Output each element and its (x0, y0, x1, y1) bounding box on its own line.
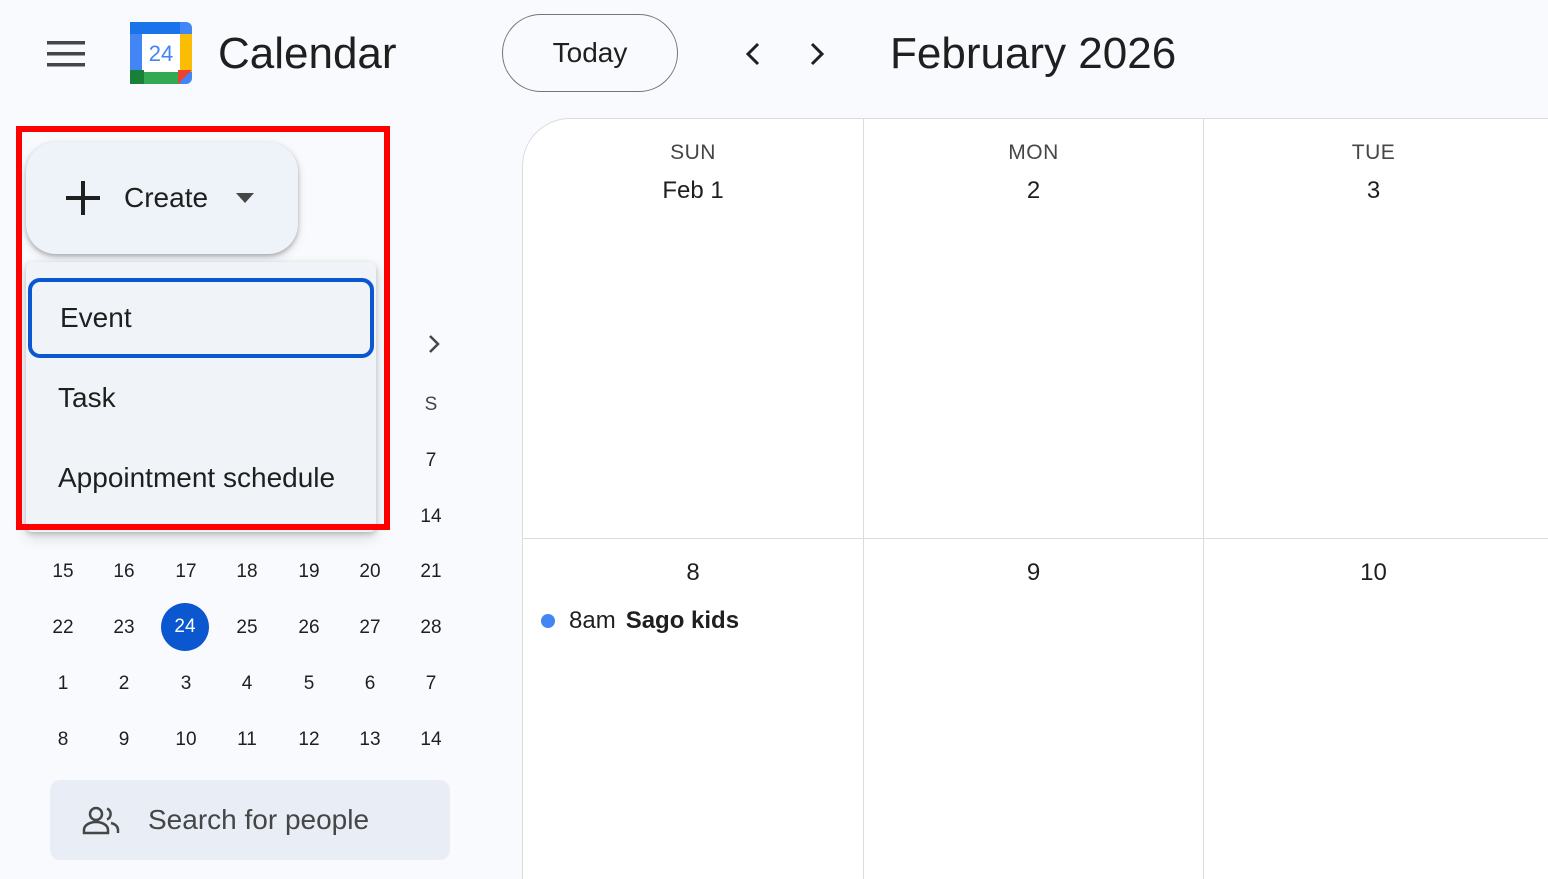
day-cell[interactable]: 10 (1204, 539, 1548, 879)
menu-item-appointment-schedule[interactable]: Appointment schedule (26, 438, 376, 518)
mini-calendar-weekday-header: S (424, 394, 438, 415)
day-of-week-label: MON (1008, 141, 1059, 164)
event-color-dot (541, 614, 555, 628)
mini-calendar-day[interactable]: 14 (406, 715, 456, 765)
day-cell-mon[interactable]: MON 2 (864, 119, 1204, 539)
mini-calendar-day[interactable]: 25 (222, 603, 272, 653)
mini-calendar-day[interactable]: 20 (345, 547, 395, 597)
mini-calendar-day[interactable]: 4 (222, 659, 272, 709)
mini-calendar-day[interactable]: 10 (161, 715, 211, 765)
caret-down-icon (236, 193, 255, 203)
mini-calendar-day[interactable]: 17 (161, 547, 211, 597)
mini-calendar-day[interactable]: 28 (406, 603, 456, 653)
day-number[interactable]: Feb 1 (523, 177, 863, 205)
mini-calendar-day[interactable]: 7 (406, 659, 456, 709)
mini-calendar-day[interactable]: 27 (345, 603, 395, 653)
day-cell[interactable]: 9 (864, 539, 1204, 879)
event-title: Sago kids (625, 607, 740, 634)
day-of-week-label: TUE (1351, 141, 1396, 164)
mini-calendar-day[interactable]: 11 (222, 715, 272, 765)
day-number[interactable]: 8 (523, 559, 863, 587)
chevron-right-icon (810, 42, 825, 66)
mini-calendar-day[interactable]: 5 (284, 659, 334, 709)
month-title: February 2026 (890, 29, 1177, 78)
next-period-button[interactable] (795, 32, 839, 76)
app-title: Calendar (218, 29, 397, 78)
mini-calendar-day[interactable]: 8 (38, 715, 88, 765)
plus-icon (66, 181, 100, 215)
previous-period-button[interactable] (731, 32, 775, 76)
menu-item-event[interactable]: Event (28, 278, 374, 358)
chevron-right-icon (429, 335, 440, 353)
day-cell-tue[interactable]: TUE 3 (1204, 119, 1548, 539)
people-icon (82, 806, 120, 835)
mini-calendar-day[interactable]: 18 (222, 547, 272, 597)
search-people-placeholder: Search for people (148, 804, 370, 835)
mini-calendar-day[interactable]: 9 (99, 715, 149, 765)
mini-calendar-day[interactable]: 22 (38, 603, 88, 653)
day-number[interactable]: 10 (1204, 559, 1543, 587)
mini-calendar-day[interactable]: 15 (38, 547, 88, 597)
search-people-input[interactable]: Search for people (50, 780, 450, 860)
mini-calendar-day[interactable]: 1 (38, 659, 88, 709)
event-time: 8am (569, 607, 616, 634)
day-cell-sun[interactable]: SUN Feb 1 (523, 119, 864, 539)
svg-text:24: 24 (149, 41, 173, 66)
mini-calendar-day[interactable]: 2 (99, 659, 149, 709)
event-chip[interactable]: 8am Sago kids (541, 607, 739, 635)
create-menu: Event Task Appointment schedule (26, 262, 376, 532)
calendar-grid: SUN Feb 1 MON 2 TUE 3 8 8am Sago kids 9 … (522, 118, 1548, 879)
calendar-logo: 24 (128, 20, 194, 86)
mini-calendar-day[interactable]: 3 (161, 659, 211, 709)
mini-calendar-day[interactable]: 26 (284, 603, 334, 653)
mini-calendar-day[interactable]: 13 (345, 715, 395, 765)
chevron-left-icon (745, 42, 760, 66)
mini-calendar-day[interactable]: 12 (284, 715, 334, 765)
mini-calendar-day[interactable]: 24 (161, 603, 209, 651)
day-of-week-label: SUN (670, 141, 716, 164)
create-button[interactable]: Create (26, 142, 298, 254)
mini-calendar-day[interactable]: 16 (99, 547, 149, 597)
day-number[interactable]: 2 (864, 177, 1203, 205)
today-button[interactable]: Today (502, 14, 678, 92)
day-cell[interactable]: 8 8am Sago kids (523, 539, 864, 879)
hamburger-menu-icon (47, 41, 85, 67)
mini-calendar-day[interactable]: 6 (345, 659, 395, 709)
main-menu-button[interactable] (40, 28, 92, 80)
mini-calendar-day[interactable]: 21 (406, 547, 456, 597)
mini-calendar-day[interactable]: 23 (99, 603, 149, 653)
mini-calendar-day[interactable]: 7 (406, 436, 456, 486)
create-button-label: Create (124, 182, 209, 213)
mini-calendar-day[interactable]: 14 (406, 492, 456, 542)
day-number[interactable]: 3 (1204, 177, 1543, 205)
mini-calendar-day[interactable]: 19 (284, 547, 334, 597)
day-number[interactable]: 9 (864, 559, 1203, 587)
mini-calendar-next-button[interactable] (412, 322, 456, 366)
menu-item-task[interactable]: Task (26, 358, 376, 438)
